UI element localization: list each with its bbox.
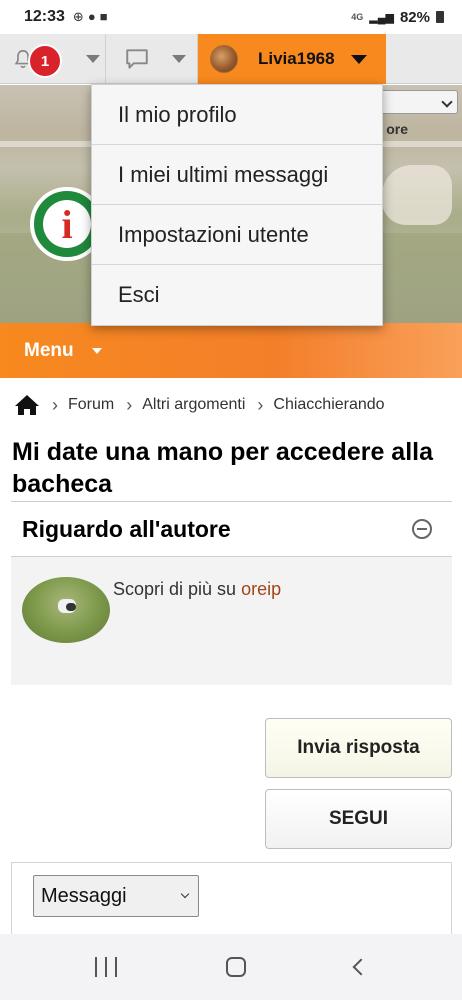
home-button-icon[interactable] (225, 957, 246, 977)
status-app-icons: ⊕ ● ■ (73, 9, 108, 25)
chevron-right-icon: › (126, 394, 133, 415)
chevron-right-icon: › (257, 394, 264, 415)
facebook-icon: ● (87, 9, 96, 24)
status-bar: 12:33 ⊕ ● ■ 4G ▂▄▆ 82% (0, 0, 462, 34)
author-avatar[interactable] (22, 577, 110, 643)
chat-bubble-icon (126, 49, 148, 69)
send-reply-button[interactable]: Invia risposta (265, 718, 452, 778)
author-discover-text: Scopri di più su oreip (113, 579, 281, 600)
author-box-header: Riguardo all'autore (11, 501, 452, 557)
shopping-bag-icon: ■ (99, 9, 108, 24)
chevron-down-icon[interactable] (86, 55, 100, 63)
status-time: 12:33 (24, 8, 65, 25)
author-profile-link[interactable]: oreip (241, 579, 281, 599)
author-box-title: Riguardo all'autore (22, 515, 231, 542)
page-title: Mi date una mano per accedere alla bache… (12, 438, 433, 498)
toyota-icon: ⊕ (72, 9, 84, 24)
battery-icon (436, 11, 444, 23)
follow-button[interactable]: SEGUI (265, 789, 452, 849)
user-dropdown-menu: Il mio profilo I miei ultimi messaggi Im… (91, 84, 383, 326)
status-right: 4G ▂▄▆ 82% (351, 9, 444, 26)
notification-count-badge: 1 (28, 44, 62, 78)
menu-item-user-settings[interactable]: Impostazioni utente (92, 205, 382, 265)
network-label: 4G (351, 12, 364, 22)
banner-select[interactable] (380, 90, 458, 114)
signal-icon: ▂▄▆ (369, 11, 394, 24)
breadcrumb: › Forum › Altri argomenti › Chiacchieran… (14, 394, 385, 416)
breadcrumb-item-chiacchierando[interactable]: Chiacchierando (273, 396, 384, 414)
collapse-icon[interactable] (412, 519, 432, 539)
notifications-button[interactable]: 1 (0, 34, 106, 84)
menu-item-logout[interactable]: Esci (92, 265, 382, 325)
messages-filter-select[interactable]: Messaggi (33, 875, 199, 917)
recent-apps-icon[interactable] (94, 957, 117, 977)
menu-item-profile[interactable]: Il mio profilo (92, 85, 382, 145)
messages-filter-value: Messaggi (41, 884, 127, 907)
breadcrumb-item-altri-argomenti[interactable]: Altri argomenti (142, 396, 245, 414)
breadcrumb-item-forum[interactable]: Forum (68, 396, 114, 414)
home-icon[interactable] (14, 394, 40, 416)
chevron-down-icon[interactable] (172, 55, 186, 63)
author-box-body: Scopri di più su oreip (11, 557, 452, 685)
logo-letter-i: i (43, 200, 91, 248)
username: Livia1968 (258, 49, 335, 68)
system-navigation-bar (0, 934, 462, 1000)
main-menu-toggle[interactable]: Menu (0, 323, 462, 378)
back-icon[interactable] (352, 958, 370, 976)
caret-down-icon (350, 54, 367, 64)
user-menu-button[interactable]: Livia1968 (198, 34, 386, 84)
dog-image (382, 165, 452, 225)
user-toolbar: 1 Livia1968 (0, 34, 462, 84)
author-text-prefix: Scopri di più su (113, 579, 242, 599)
avatar (210, 45, 238, 73)
battery-percent: 82% (399, 8, 430, 26)
messages-button[interactable] (106, 34, 198, 84)
caret-down-icon (91, 347, 102, 354)
messages-filter-panel: Messaggi (11, 862, 452, 942)
menu-item-recent-messages[interactable]: I miei ultimi messaggi (92, 145, 382, 205)
menu-label: Menu (24, 339, 74, 361)
banner-partial-text: ore (386, 121, 408, 137)
photo-dog-patch (66, 603, 76, 611)
chevron-right-icon: › (52, 394, 58, 415)
